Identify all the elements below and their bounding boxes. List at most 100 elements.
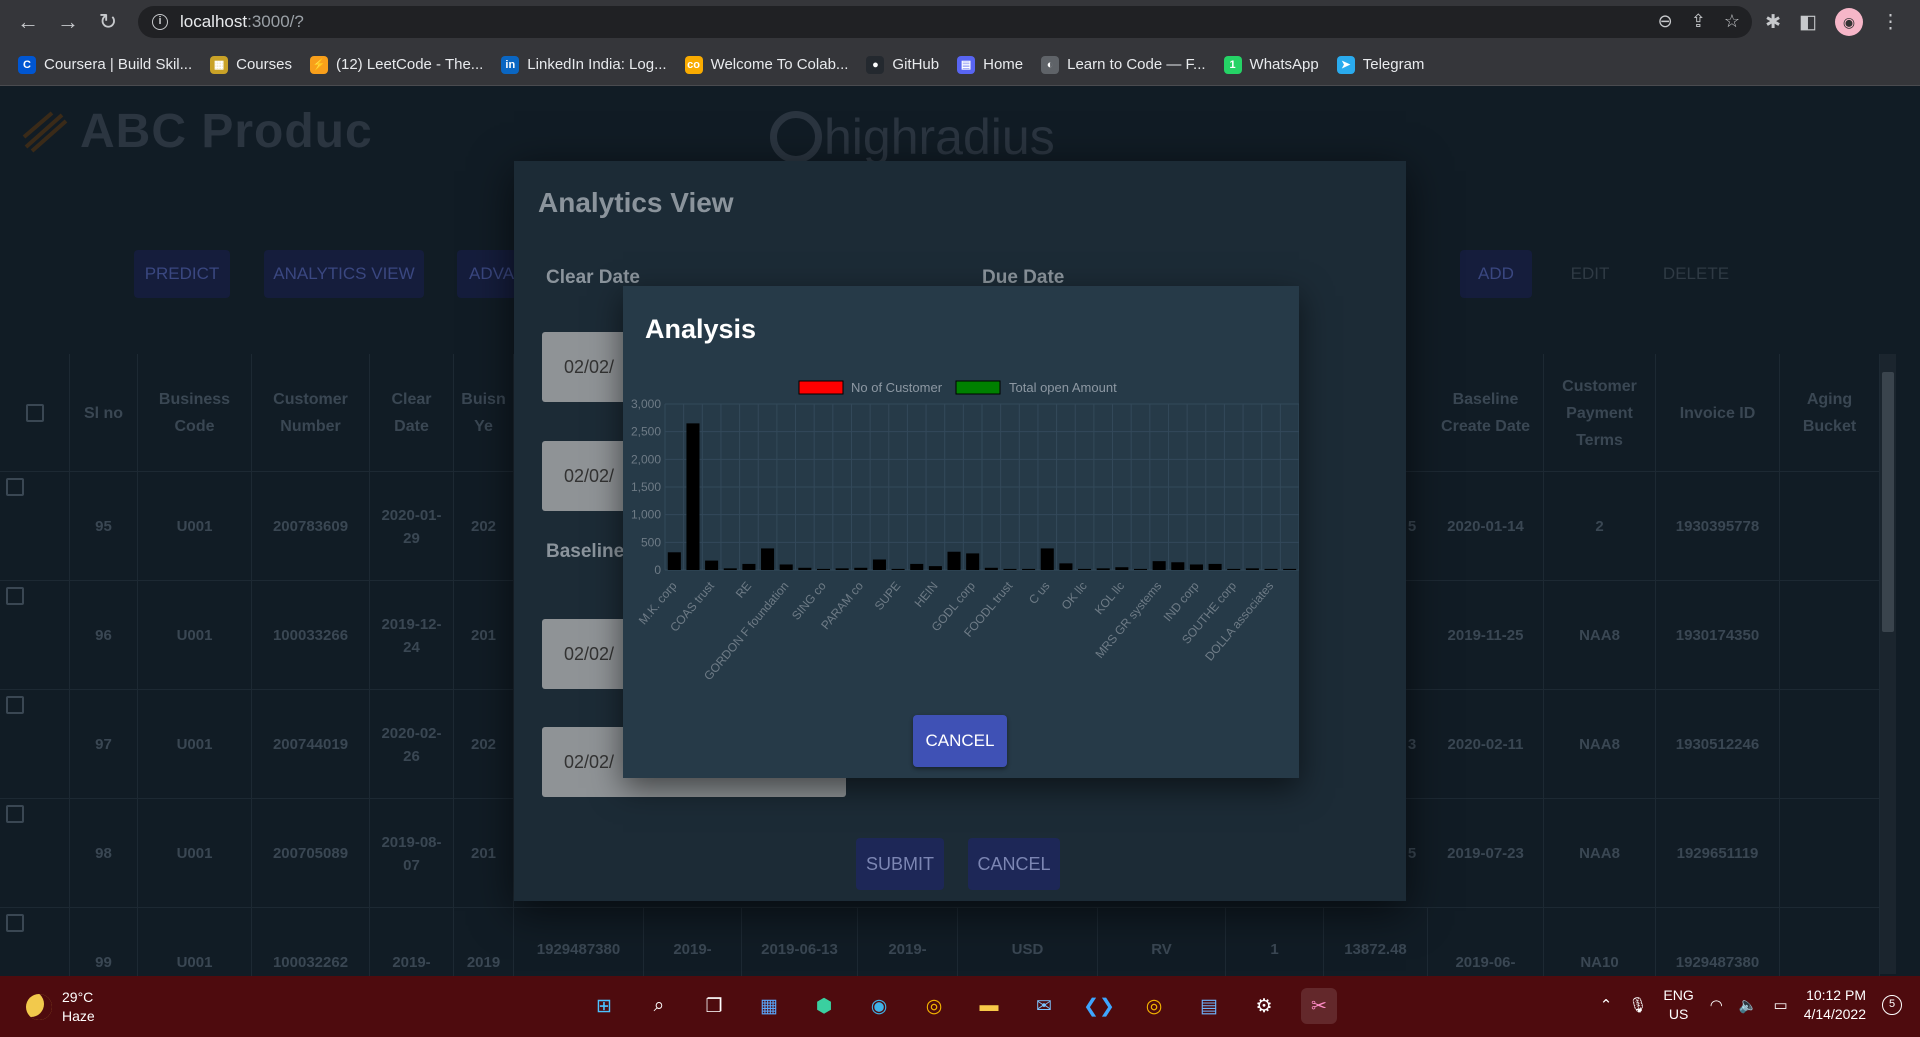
microphone-icon[interactable]: 🎙 (1628, 996, 1647, 1014)
vscode-icon[interactable]: ❮❯ (1081, 988, 1117, 1024)
whatsapp-icon: 1 (1223, 55, 1242, 74)
search-icon[interactable]: ⌕ (641, 988, 677, 1024)
task-view-icon[interactable]: ❐ (696, 988, 732, 1024)
analysis-cancel-button[interactable]: CANCEL (913, 715, 1007, 767)
col-invoice-id[interactable]: Invoice ID (1656, 354, 1780, 472)
mail-icon[interactable]: ✉ (1026, 988, 1062, 1024)
y-tick-label: 0 (654, 563, 661, 577)
notification-badge[interactable]: 5 (1882, 995, 1902, 1015)
widgets-icon[interactable]: ▦ (751, 988, 787, 1024)
bookmark-item[interactable]: 1 WhatsApp (1223, 55, 1319, 74)
bookmark-item[interactable]: ◐ Learn to Code — F... (1041, 55, 1206, 74)
snipping-tool-icon[interactable]: ✂ (1301, 988, 1337, 1024)
profile-avatar[interactable]: ◉ (1835, 8, 1863, 36)
grid-scrollbar[interactable] (1880, 354, 1896, 974)
bookmark-item[interactable]: C Coursera | Build Skil... (18, 55, 193, 74)
analytics-view-button[interactable]: ANALYTICS VIEW (264, 250, 424, 298)
cell-customer-number: 200744019 (252, 690, 370, 799)
analysis-bar-chart: No of Customer Total open Amount 0 500 1,000… (631, 380, 1299, 683)
row-checkbox[interactable] (6, 696, 24, 714)
cell-customer-number: 200783609 (252, 472, 370, 581)
cell-baseline-create-date: 2019-07-23 (1428, 799, 1544, 908)
row-checkbox[interactable] (6, 805, 24, 823)
bookmark-item[interactable]: in LinkedIn India: Log... (501, 55, 667, 74)
chart-bar (891, 568, 905, 570)
forward-icon[interactable]: → (48, 2, 88, 42)
col-sl-no[interactable]: Sl no (70, 354, 138, 472)
cell-aging-bucket (1780, 472, 1880, 581)
battery-icon[interactable]: ▭ (1774, 996, 1788, 1014)
y-tick-label: 1,500 (631, 480, 661, 494)
side-panel-icon[interactable]: ◧ (1799, 11, 1817, 34)
edit-button[interactable]: EDIT (1556, 250, 1624, 298)
bookmark-item[interactable]: co Welcome To Colab... (684, 55, 848, 74)
language-indicator[interactable]: ENG US (1663, 986, 1693, 1024)
y-tick-label: 2,500 (631, 425, 661, 439)
extensions-icon[interactable]: ✱ (1765, 11, 1781, 34)
col-customer-payment-terms[interactable]: Customer Payment Terms (1544, 354, 1656, 472)
delete-button[interactable]: DELETE (1650, 250, 1742, 298)
bookmark-item[interactable]: ⚡ (12) LeetCode - The... (309, 55, 483, 74)
cell-sl-no: 95 (70, 472, 138, 581)
cell-payment-terms: NA10 (1544, 908, 1656, 976)
menu-kebab-icon[interactable]: ⋮ (1881, 11, 1900, 34)
chart-bar (816, 568, 831, 570)
advanced-search-button[interactable]: ADVA (457, 250, 517, 298)
col-baseline-create-date[interactable]: Baseline Create Date (1428, 354, 1544, 472)
cell-value: 1 (1226, 908, 1324, 976)
chrome-profile-icon[interactable]: ◎ (1136, 988, 1172, 1024)
row-checkbox[interactable] (6, 587, 24, 605)
x-tick-label: SUPE (872, 579, 904, 613)
select-all-checkbox[interactable] (25, 404, 44, 422)
x-tick-label: RE (733, 579, 754, 601)
volume-icon[interactable]: 🔈 (1739, 996, 1758, 1014)
back-icon[interactable]: ← (8, 2, 48, 42)
zoom-icon[interactable]: ⊖ (1658, 11, 1673, 32)
legend-swatch-amount (955, 380, 1001, 395)
share-icon[interactable]: ⇪ (1691, 11, 1706, 32)
chrome-icon[interactable]: ◎ (916, 988, 952, 1024)
tray-chevron-up-icon[interactable]: ⌃ (1600, 996, 1613, 1014)
clock[interactable]: 10:12 PM 4/14/2022 (1804, 986, 1866, 1024)
cell-value: RV (1098, 908, 1226, 976)
edge-icon[interactable]: ◉ (861, 988, 897, 1024)
cell-customer-number: 100033266 (252, 581, 370, 690)
bookmark-item[interactable]: ▤ Home (957, 55, 1023, 74)
weather-widget[interactable]: 29°C Haze (26, 988, 95, 1026)
reload-icon[interactable]: ↻ (88, 2, 128, 42)
bookmark-item[interactable]: ➤ Telegram (1336, 55, 1424, 74)
row-checkbox[interactable] (6, 914, 24, 932)
bookmark-item[interactable]: ● GitHub (866, 55, 939, 74)
col-clear-date[interactable]: Clear Date (370, 354, 454, 472)
grid-scrollbar-thumb[interactable] (1882, 372, 1894, 632)
chart-bar (1078, 568, 1092, 570)
add-button[interactable]: ADD (1460, 250, 1532, 298)
cell-invoice-id: 1929651119 (1656, 799, 1780, 908)
col-business-code[interactable]: Business Code (138, 354, 252, 472)
bookmark-star-icon[interactable]: ☆ (1724, 11, 1740, 32)
address-bar[interactable]: i localhost:3000/? ⊖ ⇪ ☆ (138, 6, 1752, 38)
url-text[interactable]: localhost:3000/? (180, 12, 304, 32)
cell-clear-date: 2020-01-29 (370, 472, 454, 581)
col-business-year[interactable]: Buisn Ye (454, 354, 514, 472)
chart-bar (872, 559, 886, 570)
bookmark-item[interactable]: ▦ Courses (210, 55, 292, 74)
analytics-cancel-button[interactable]: CANCEL (968, 838, 1060, 890)
col-customer-number[interactable]: Customer Number (252, 354, 370, 472)
site-info-icon[interactable]: i (152, 14, 168, 30)
settings-gear-icon[interactable]: ⚙ (1246, 988, 1282, 1024)
wifi-icon[interactable]: ◠ (1710, 996, 1723, 1014)
store-icon[interactable]: ⬢ (806, 988, 842, 1024)
cell-aging-bucket (1780, 581, 1880, 690)
submit-button[interactable]: SUBMIT (856, 838, 944, 890)
chart-bar (947, 551, 961, 570)
file-explorer-icon[interactable]: ▬ (971, 988, 1007, 1024)
windows-start-icon[interactable]: ⊞ (586, 988, 622, 1024)
predict-button[interactable]: PREDICT (134, 250, 230, 298)
col-aging-bucket[interactable]: Aging Bucket (1780, 354, 1880, 472)
table-row[interactable]: 99 U001 100032262 2019- 2019 1929487380 2019- 2… (0, 908, 1880, 976)
cell-business-year: 201 (454, 799, 514, 908)
row-checkbox[interactable] (6, 478, 24, 496)
notepad-icon[interactable]: ▤ (1191, 988, 1227, 1024)
bookmark-label: Coursera | Build Skil... (44, 56, 193, 73)
